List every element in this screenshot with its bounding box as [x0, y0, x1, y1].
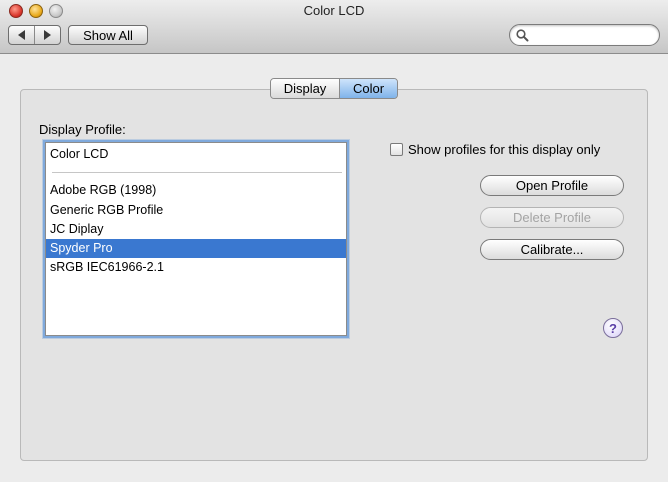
list-item[interactable]: JC Diplay — [46, 220, 346, 239]
display-profile-list[interactable]: Color LCD Adobe RGB (1998) Generic RGB P… — [45, 142, 347, 336]
open-profile-button[interactable]: Open Profile — [480, 175, 624, 196]
help-icon[interactable]: ? — [603, 318, 623, 338]
list-separator — [52, 172, 342, 173]
list-item-selected[interactable]: Spyder Pro — [46, 239, 346, 258]
delete-profile-button[interactable]: Delete Profile — [480, 207, 624, 228]
window-title: Color LCD — [303, 3, 365, 18]
back-arrow-icon — [18, 30, 25, 40]
list-item[interactable]: Color LCD — [46, 145, 346, 164]
tab-color[interactable]: Color — [340, 79, 397, 98]
show-profiles-label: Show profiles for this display only — [408, 142, 601, 157]
back-button[interactable] — [9, 26, 34, 44]
show-all-button[interactable]: Show All — [68, 25, 148, 45]
window-titlebar: Color LCD Show All — [0, 0, 668, 54]
forward-button[interactable] — [34, 26, 60, 44]
search-icon — [516, 29, 529, 42]
search-field[interactable] — [509, 24, 660, 46]
tab-bar: Display Color — [270, 78, 398, 99]
calibrate-button[interactable]: Calibrate... — [480, 239, 624, 260]
list-item[interactable]: sRGB IEC61966-2.1 — [46, 258, 346, 277]
display-profile-label: Display Profile: — [39, 122, 126, 137]
show-profiles-option[interactable]: Show profiles for this display only — [390, 142, 600, 157]
search-input[interactable] — [532, 27, 654, 43]
back-forward-control — [8, 25, 61, 45]
tab-display[interactable]: Display — [271, 79, 340, 98]
forward-arrow-icon — [44, 30, 51, 40]
list-item[interactable]: Adobe RGB (1998) — [46, 181, 346, 200]
show-profiles-checkbox[interactable] — [390, 143, 403, 156]
list-item[interactable]: Generic RGB Profile — [46, 201, 346, 220]
